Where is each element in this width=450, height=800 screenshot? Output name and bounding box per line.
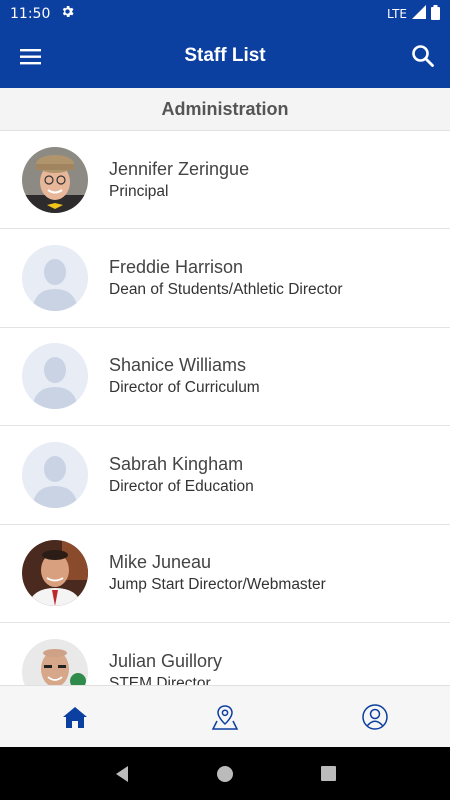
staff-name: Freddie Harrison — [109, 257, 244, 278]
home-icon — [63, 706, 87, 728]
status-icons: LTE — [387, 4, 440, 23]
staff-title: Director of Education — [109, 477, 254, 495]
nav-home[interactable] — [45, 692, 105, 742]
circle-home-icon — [216, 765, 233, 782]
back-button[interactable] — [102, 754, 142, 794]
staff-name: Julian Guillory — [109, 650, 223, 671]
home-system-button[interactable] — [205, 754, 245, 794]
signal-icon — [412, 5, 426, 22]
avatar-placeholder-icon — [22, 441, 88, 508]
list-item[interactable]: Shanice Williams Director of Curriculum — [0, 327, 450, 427]
list-item[interactable]: Sabrah Kingham Director of Education — [0, 426, 450, 525]
battery-icon — [431, 4, 440, 23]
search-icon — [412, 45, 434, 67]
nav-profile[interactable] — [345, 692, 405, 742]
app-bar: Staff List — [0, 27, 450, 88]
network-label: LTE — [387, 6, 407, 21]
avatar-placeholder-icon — [22, 245, 88, 312]
list-item[interactable]: Mike Juneau Jump Start Director/Webmaste… — [0, 524, 450, 623]
staff-title: Director of Curriculum — [109, 379, 260, 397]
status-bar: 11:50 LTE — [0, 0, 450, 27]
staff-title: Principal — [109, 182, 169, 200]
staff-name: Shanice Williams — [109, 355, 247, 376]
section-header: Administration — [0, 88, 450, 131]
staff-title: STEM Director — [109, 674, 211, 685]
staff-name: Jennifer Zeringue — [109, 158, 250, 179]
square-recents-icon — [320, 766, 336, 781]
staff-title: Dean of Students/Athletic Director — [109, 281, 343, 299]
recents-button[interactable] — [308, 754, 348, 794]
avatar-mike-juneau — [22, 540, 88, 607]
status-time: 11:50 — [10, 5, 51, 22]
map-pin-icon — [211, 704, 239, 730]
list-item[interactable]: Freddie Harrison Dean of Students/Athlet… — [0, 229, 450, 328]
staff-title: Jump Start Director/Webmaster — [109, 576, 326, 594]
system-nav-bar — [0, 747, 450, 800]
profile-icon — [362, 703, 388, 730]
list-item[interactable]: Julian Guillory STEM Director — [0, 622, 450, 685]
back-icon — [115, 765, 128, 782]
avatar-julian-guillory — [22, 638, 88, 685]
staff-name: Mike Juneau — [109, 552, 212, 573]
list-item[interactable]: Jennifer Zeringue Principal — [0, 131, 450, 230]
avatar-jennifer-zeringue — [22, 146, 88, 213]
staff-name: Sabrah Kingham — [109, 453, 244, 474]
page-title: Staff List — [184, 45, 266, 66]
gear-icon — [60, 4, 75, 23]
bottom-nav — [0, 685, 450, 747]
search-button[interactable] — [410, 43, 436, 69]
staff-list[interactable]: Jennifer Zeringue Principal Freddie Harr… — [0, 131, 450, 685]
nav-map[interactable] — [195, 692, 255, 742]
avatar-placeholder-icon — [22, 343, 88, 410]
